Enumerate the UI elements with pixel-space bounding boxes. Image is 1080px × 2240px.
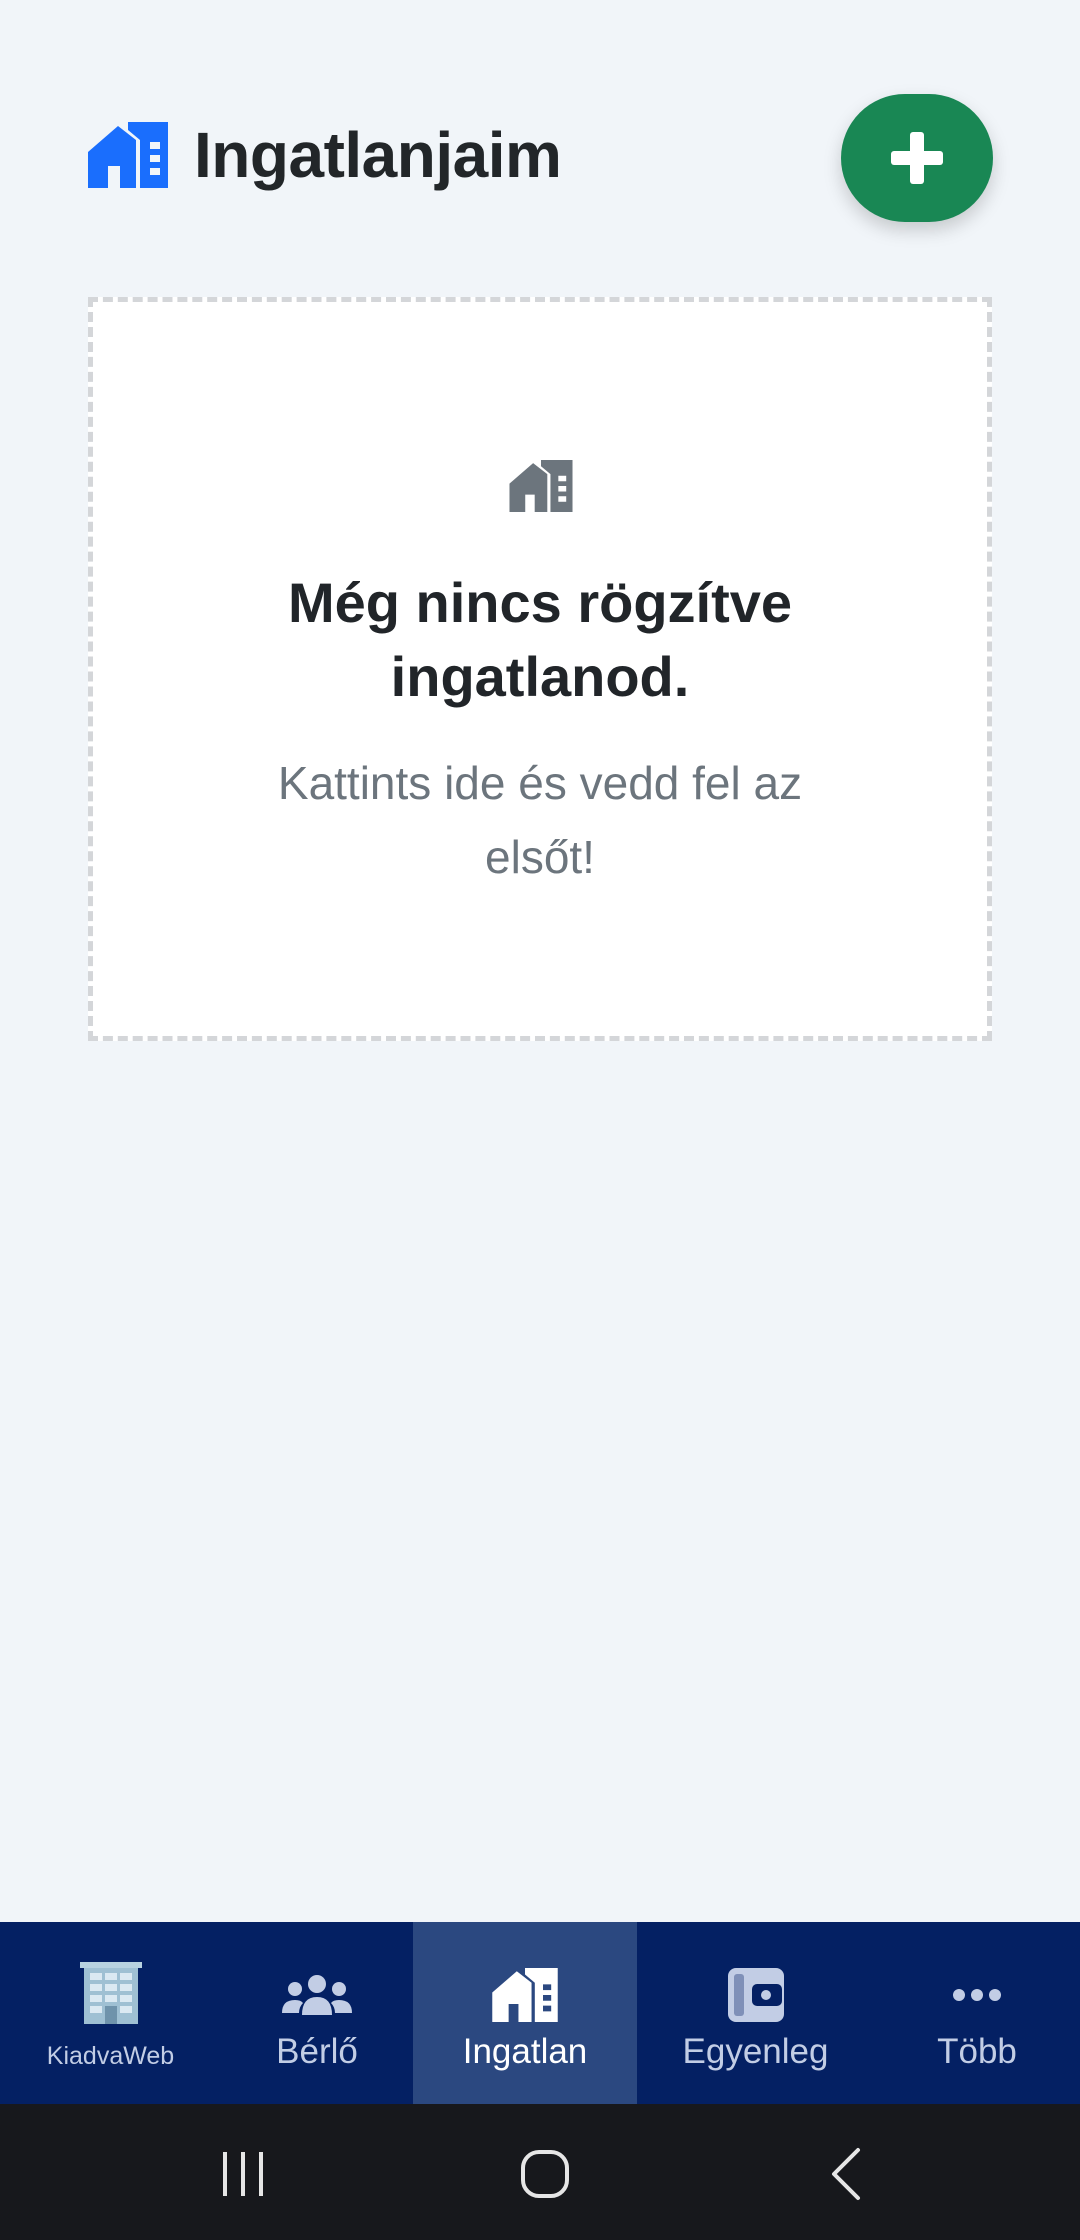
plus-icon	[891, 132, 943, 184]
add-property-button[interactable]	[841, 94, 993, 222]
house-icon	[492, 1968, 558, 2022]
recent-apps-icon[interactable]	[211, 2142, 275, 2206]
back-icon[interactable]	[816, 2142, 880, 2206]
nav-item-tobb[interactable]: Több	[874, 1922, 1080, 2104]
page-header: Ingatlanjaim	[88, 110, 562, 200]
home-icon[interactable]	[513, 2142, 577, 2206]
nav-label-berlo: Bérlő	[276, 2032, 358, 2071]
empty-state-card[interactable]: Még nincs rögzítve ingatlanod. Kattints …	[88, 297, 992, 1041]
building-logo-icon	[79, 1962, 142, 2024]
bottom-navigation: KiadvaWeb Bérlő Ingatlan Egyenleg Több	[0, 1922, 1080, 2104]
nav-label-tobb: Több	[937, 2032, 1017, 2071]
nav-item-egyenleg[interactable]: Egyenleg	[637, 1922, 874, 2104]
nav-item-kiadvaweb[interactable]: KiadvaWeb	[0, 1922, 221, 2104]
nav-item-berlo[interactable]: Bérlő	[221, 1922, 413, 2104]
nav-label-egyenleg: Egyenleg	[682, 2032, 829, 2071]
empty-state-title: Még nincs rögzítve ingatlanod.	[287, 571, 793, 708]
house-icon	[509, 460, 573, 512]
page-title: Ingatlanjaim	[194, 119, 562, 191]
wallet-icon	[727, 1968, 784, 2022]
nav-label-ingatlan: Ingatlan	[462, 2032, 588, 2071]
screen: Ingatlanjaim Még nincs rögzítve ingatlan…	[0, 0, 1080, 2240]
house-icon	[88, 122, 168, 188]
more-dots-icon	[953, 1989, 1001, 2001]
nav-item-ingatlan[interactable]: Ingatlan	[413, 1922, 637, 2104]
empty-state-subtitle: Kattints ide és vedd fel az elsőt!	[277, 757, 803, 883]
system-navigation-bar	[0, 2104, 1080, 2240]
users-icon	[282, 1975, 352, 2015]
nav-label-kiadvaweb: KiadvaWeb	[46, 2042, 175, 2070]
